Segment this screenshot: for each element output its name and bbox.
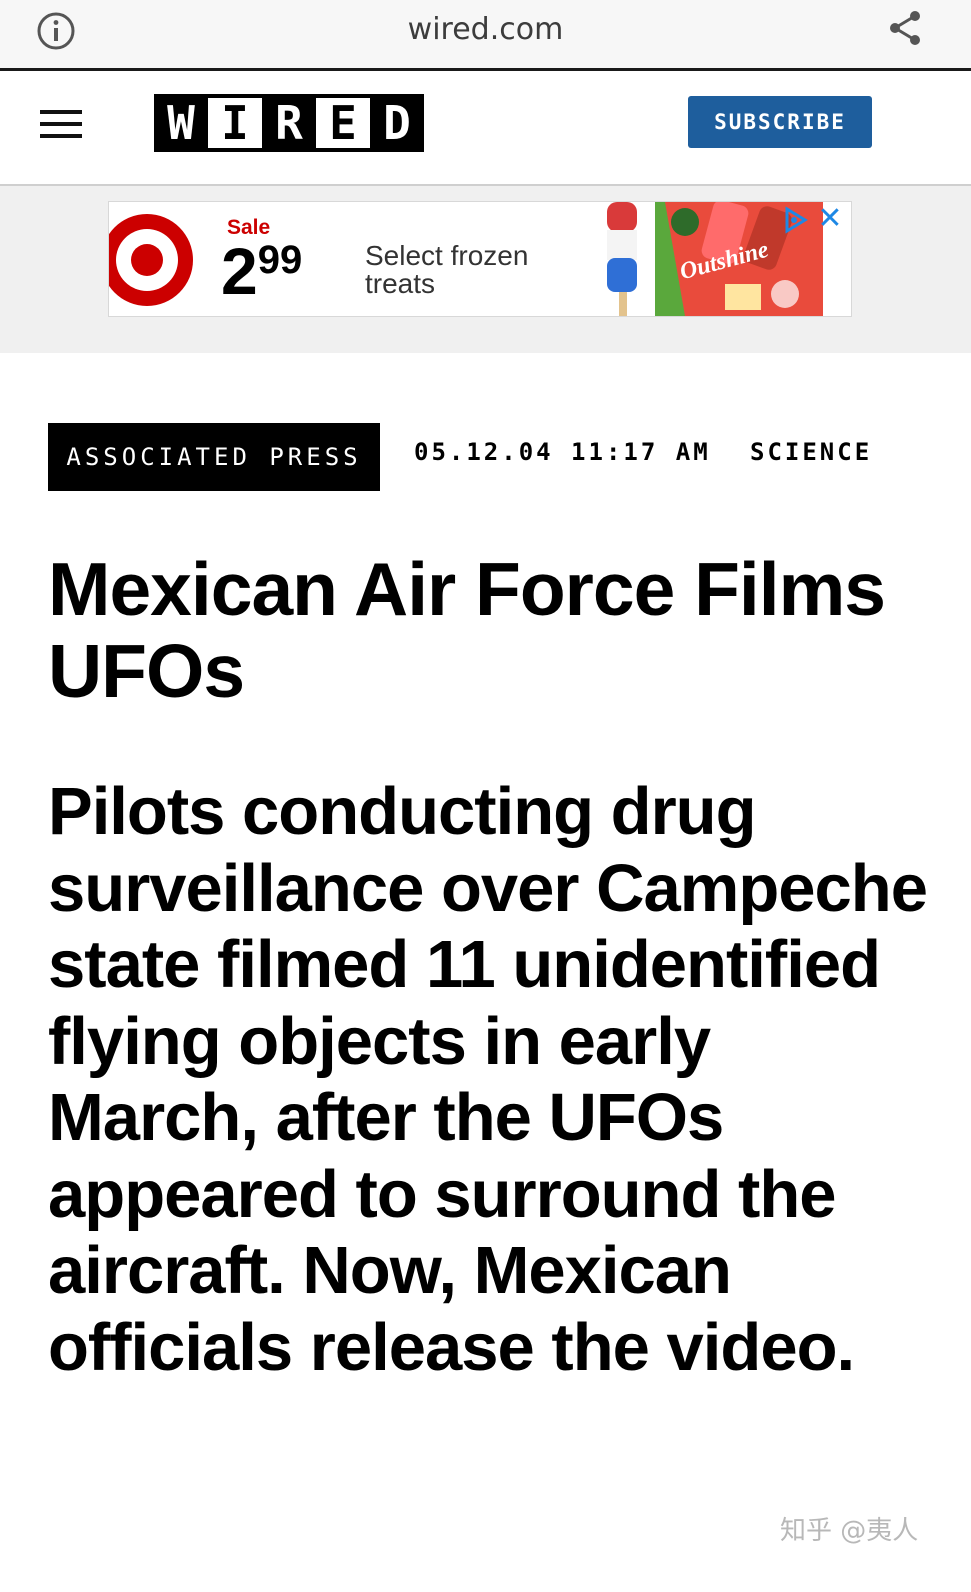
logo-letter-w: W (154, 94, 208, 152)
ad-area: Sale 299 Select frozen treats Outshine ✕ (0, 186, 971, 353)
ad-close-icon[interactable]: ✕ (815, 202, 845, 236)
ad-price-cents: 99 (257, 238, 303, 282)
section-link[interactable]: SCIENCE (750, 438, 872, 466)
ad-text-line2: treats (365, 268, 436, 299)
watermark-label: 知乎 @夷人 (780, 1516, 919, 1546)
share-icon[interactable] (885, 8, 925, 48)
hamburger-menu-icon[interactable] (40, 110, 82, 142)
source-tag[interactable]: ASSOCIATED PRESS (48, 423, 380, 491)
ad-banner[interactable]: Sale 299 Select frozen treats Outshine ✕ (108, 201, 852, 317)
logo-letter-r: R (262, 94, 316, 152)
article-dek: Pilots conducting drug surveillance over… (48, 774, 928, 1385)
url-text[interactable]: wired.com (0, 12, 971, 47)
logo-letter-e: E (316, 94, 370, 152)
adchoices-icon[interactable] (781, 206, 809, 234)
ad-price: 299 (221, 238, 302, 304)
popsicle-icon (607, 202, 637, 316)
logo-letter-d: D (370, 94, 424, 152)
subscribe-button[interactable]: SUBSCRIBE (688, 96, 872, 148)
ad-price-dollars: 2 (221, 234, 258, 308)
wired-logo[interactable]: W I R E D (154, 94, 424, 152)
ad-text: Select frozen treats (365, 242, 528, 298)
article-headline: Mexican Air Force Films UFOs (48, 547, 886, 713)
browser-url-bar: wired.com (0, 0, 971, 71)
site-header: W I R E D SUBSCRIBE (0, 71, 971, 186)
publish-date: 05.12.04 11:17 AM (414, 438, 711, 466)
target-logo-icon (109, 214, 193, 306)
logo-letter-i: I (208, 94, 262, 152)
ad-text-line1: Select frozen (365, 240, 529, 271)
